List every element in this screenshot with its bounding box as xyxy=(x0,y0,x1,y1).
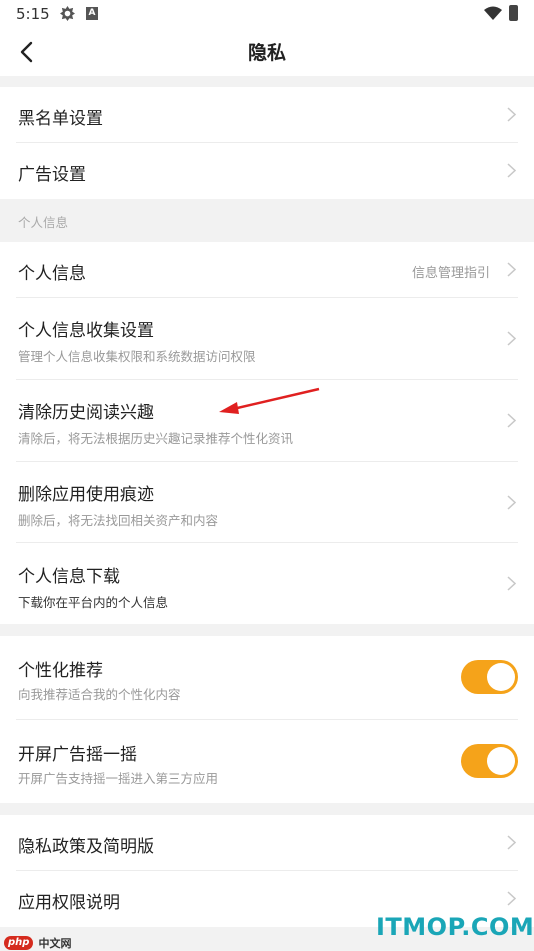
chevron-right-icon xyxy=(507,163,516,178)
row-title: 黑名单设置 xyxy=(18,109,103,129)
settings-group-policy: 隐私政策及简明版 应用权限说明 xyxy=(0,815,534,927)
splash-ad-shake-row: 开屏广告摇一摇 开屏广告支持摇一摇进入第三方应用 xyxy=(0,720,534,803)
delete-usage-traces-row[interactable]: 删除应用使用痕迹 删除后，将无法找回相关资产和内容 xyxy=(0,462,534,543)
section-label-personal-info: 个人信息 xyxy=(18,215,69,230)
ad-settings-row[interactable]: 广告设置 xyxy=(0,143,534,199)
splash-ad-shake-toggle[interactable] xyxy=(461,744,518,778)
watermark-itmop: ITMOP.COM xyxy=(376,913,534,941)
row-title: 广告设置 xyxy=(18,165,86,185)
row-subtitle: 下载你在平台内的个人信息 xyxy=(18,595,169,610)
settings-group-recommendation: 个性化推荐 向我推荐适合我的个性化内容 开屏广告摇一摇 开屏广告支持摇一摇进入第… xyxy=(0,636,534,803)
row-subtitle: 向我推荐适合我的个性化内容 xyxy=(18,687,181,702)
row-subtitle: 开屏广告支持摇一摇进入第三方应用 xyxy=(18,771,219,786)
row-title: 个性化推荐 xyxy=(18,661,103,681)
battery-icon xyxy=(509,5,518,21)
blacklist-settings-row[interactable]: 黑名单设置 xyxy=(0,87,534,143)
row-title: 删除应用使用痕迹 xyxy=(18,485,154,505)
settings-group-personal-info: 个人信息 信息管理指引 个人信息收集设置 管理个人信息收集权限和系统数据访问权限… xyxy=(0,242,534,624)
row-title: 清除历史阅读兴趣 xyxy=(18,403,154,423)
chevron-right-icon xyxy=(507,835,516,850)
settings-icon xyxy=(60,6,75,21)
personalized-recommendation-toggle[interactable] xyxy=(461,660,518,694)
chevron-right-icon xyxy=(507,495,516,510)
watermark-php-text: 中文网 xyxy=(38,936,72,950)
watermark-php-logo: php 中文网 xyxy=(4,932,72,950)
chevron-right-icon xyxy=(507,262,516,277)
row-title: 个人信息 xyxy=(18,264,86,284)
row-subtitle: 删除后，将无法找回相关资产和内容 xyxy=(18,513,219,528)
status-time: 5:15 xyxy=(16,5,50,23)
row-title: 个人信息收集设置 xyxy=(18,321,154,341)
row-title: 应用权限说明 xyxy=(18,893,120,913)
row-subtitle: 管理个人信息收集权限和系统数据访问权限 xyxy=(18,349,256,364)
toggle-knob xyxy=(487,663,515,691)
nav-bar: 隐私 xyxy=(0,28,534,76)
personal-info-download-row[interactable]: 个人信息下载 下载你在平台内的个人信息 xyxy=(0,543,534,624)
privacy-policy-row[interactable]: 隐私政策及简明版 xyxy=(0,815,534,871)
annotation-arrow-icon xyxy=(219,387,320,414)
personal-info-collection-row[interactable]: 个人信息收集设置 管理个人信息收集权限和系统数据访问权限 xyxy=(0,298,534,380)
chevron-right-icon xyxy=(507,413,516,428)
info-guide-hint: 信息管理指引 xyxy=(411,266,490,281)
chevron-right-icon xyxy=(507,107,516,122)
personal-info-row[interactable]: 个人信息 信息管理指引 xyxy=(0,242,534,298)
toggle-knob xyxy=(487,747,515,775)
chevron-right-icon xyxy=(507,576,516,591)
wifi-icon xyxy=(484,6,502,20)
watermark-php-badge: php xyxy=(4,935,34,950)
chevron-right-icon xyxy=(507,891,516,906)
page-title: 隐私 xyxy=(247,42,286,64)
chevron-right-icon xyxy=(507,331,516,346)
notification-a-icon: A xyxy=(86,7,98,20)
row-title: 个人信息下载 xyxy=(18,567,120,587)
settings-group-general: 黑名单设置 广告设置 xyxy=(0,87,534,199)
row-title: 开屏广告摇一摇 xyxy=(18,745,137,765)
row-subtitle: 清除后，将无法根据历史兴趣记录推荐个性化资讯 xyxy=(18,431,294,446)
status-bar: 5:15 A xyxy=(0,0,534,28)
row-title: 隐私政策及简明版 xyxy=(18,837,154,857)
personalized-recommendation-row: 个性化推荐 向我推荐适合我的个性化内容 xyxy=(0,636,534,720)
